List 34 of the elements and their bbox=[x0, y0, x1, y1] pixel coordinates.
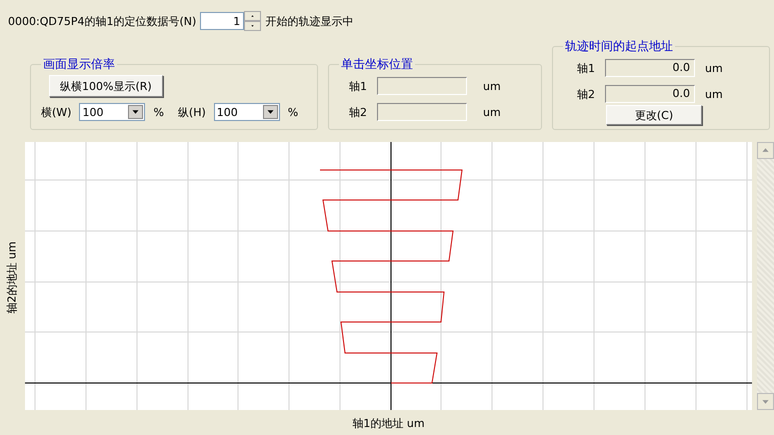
reset-zoom-button[interactable]: 纵横100%显示(R) bbox=[49, 75, 163, 97]
unit-label: % bbox=[288, 106, 298, 118]
combo-label: 横(W) bbox=[41, 104, 72, 120]
dropdown-icon bbox=[262, 105, 278, 119]
zoom-combo[interactable]: 100 bbox=[214, 103, 280, 121]
unit-label: um bbox=[705, 88, 723, 100]
change-button[interactable]: 更改(C) bbox=[606, 105, 702, 125]
trajectory-plot[interactable] bbox=[25, 142, 752, 410]
y-axis-label: 轴2的地址 um bbox=[5, 240, 20, 314]
group-title: 画面显示倍率 bbox=[42, 56, 116, 73]
unit-label: um bbox=[483, 106, 501, 118]
header-label: 0000:QD75P4的轴1的定位数据号(N) bbox=[8, 14, 196, 28]
unit-label: um bbox=[483, 80, 501, 92]
address-field: 0.0 bbox=[605, 85, 695, 103]
axis-label: 轴2 bbox=[349, 104, 367, 120]
dropdown-icon bbox=[128, 105, 144, 119]
zoom-combo[interactable]: 100 bbox=[79, 103, 146, 121]
address-field: 0.0 bbox=[605, 59, 695, 77]
axis-label: 轴2 bbox=[577, 86, 595, 102]
scroll-down-button[interactable] bbox=[757, 393, 774, 410]
spin-down-button[interactable] bbox=[244, 21, 262, 31]
unit-label: um bbox=[705, 62, 723, 74]
x-axis-label: 轴1的地址 um bbox=[352, 416, 425, 431]
spin-up-button[interactable] bbox=[244, 11, 262, 21]
axis-label: 轴1 bbox=[349, 78, 367, 94]
axis-label: 轴1 bbox=[577, 60, 595, 76]
data-number-field[interactable]: 1 bbox=[200, 12, 244, 30]
status-label: 开始的轨迹显示中 bbox=[265, 14, 354, 28]
combo-label: 纵(H) bbox=[178, 104, 206, 120]
scrollbar[interactable] bbox=[757, 142, 774, 410]
group-title: 单击坐标位置 bbox=[340, 56, 414, 73]
scroll-up-button[interactable] bbox=[757, 142, 774, 159]
unit-label: % bbox=[153, 106, 164, 118]
group-title: 轨迹时间的起点地址 bbox=[564, 38, 674, 55]
